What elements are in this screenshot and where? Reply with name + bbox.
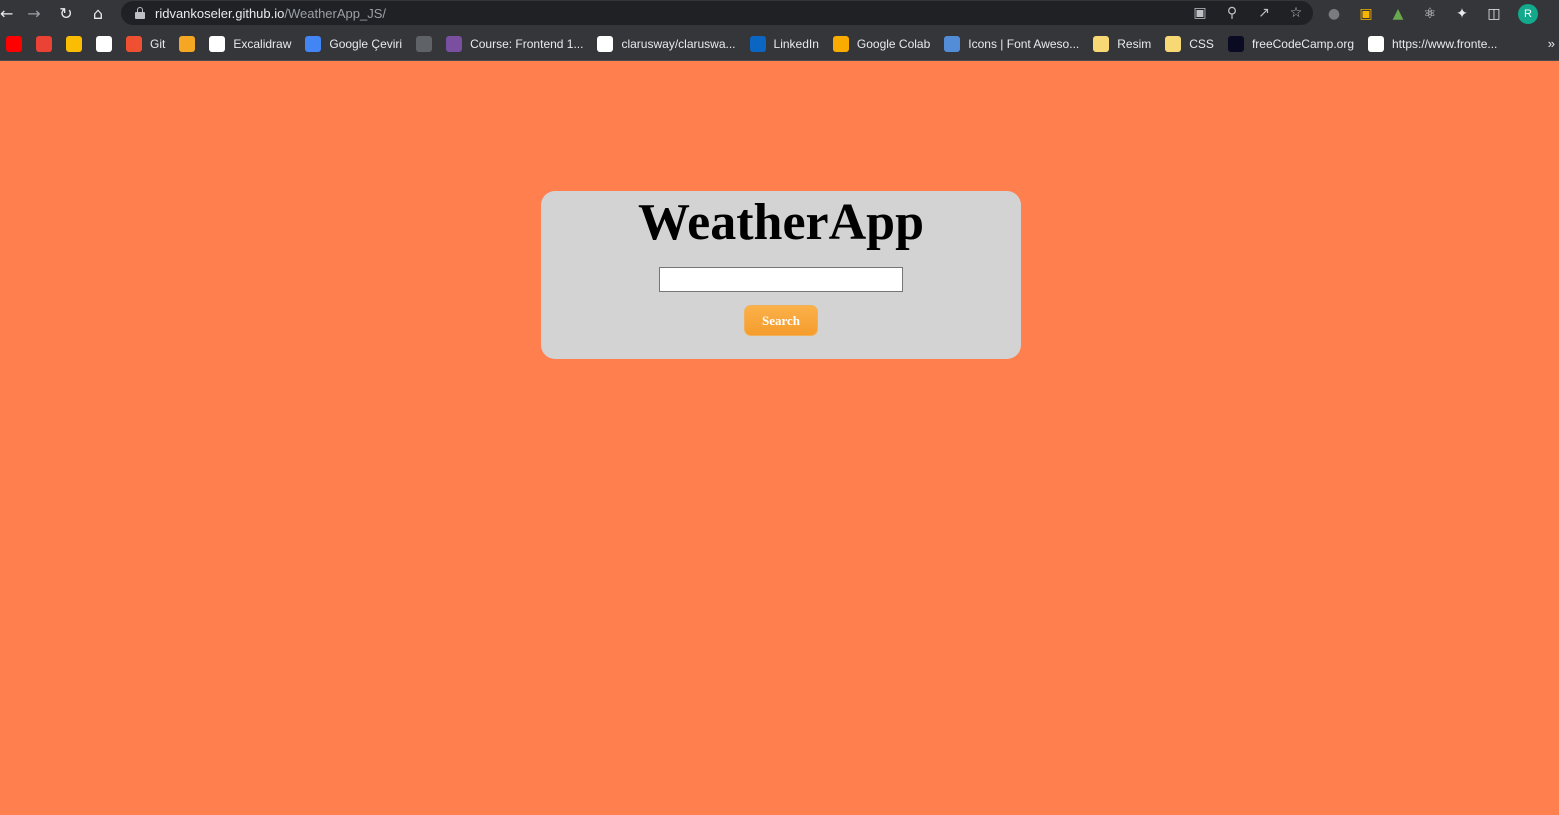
linkedin-icon: [749, 35, 766, 52]
bookmark-label: CSS: [1189, 36, 1214, 51]
extension-dim-icon[interactable]: ●: [1322, 2, 1346, 26]
side-panel-icon[interactable]: ◫: [1482, 2, 1506, 26]
excalidraw-icon: [209, 35, 226, 52]
page-body: WeatherApp Search: [0, 62, 1559, 815]
city-search-input[interactable]: [659, 267, 903, 292]
bookmark-label: Google Colab: [856, 36, 931, 51]
bookmarks-overflow-icon[interactable]: »: [1548, 36, 1559, 51]
bookmark-label: freeCodeCamp.org: [1251, 36, 1354, 51]
bookmark-item[interactable]: [60, 30, 90, 58]
bookmark-label: Icons | Font Aweso...: [968, 36, 1080, 51]
profile-avatar[interactable]: R: [1518, 3, 1538, 24]
bookmark-label: Excalidraw: [233, 36, 292, 51]
translate-icon[interactable]: ▣: [1189, 2, 1211, 24]
google-drive-icon: [66, 35, 82, 52]
folder-icon: [1165, 35, 1182, 52]
bookmark-label: https://www.fronte...: [1392, 36, 1498, 51]
git-icon: [126, 35, 142, 52]
back-arrow-icon[interactable]: ←: [0, 0, 18, 27]
bookmark-item[interactable]: Git: [120, 30, 173, 58]
bookmarks-bar: Git Excalidraw Google Çeviri Course: Fronte…: [0, 27, 1559, 61]
gmail-icon: [36, 35, 52, 52]
zoom-icon[interactable]: ⚲: [1221, 2, 1243, 24]
bookmark-item[interactable]: Google Çeviri: [299, 30, 410, 58]
freecodecamp-icon: [1227, 35, 1244, 52]
bookmark-item[interactable]: [90, 30, 120, 58]
home-icon[interactable]: ⌂: [82, 0, 114, 27]
reload-icon[interactable]: ↻: [50, 0, 82, 27]
search-button[interactable]: Search: [744, 305, 818, 336]
bookmark-item[interactable]: [30, 30, 60, 58]
bookmark-item[interactable]: CSS: [1159, 30, 1222, 58]
youtube-icon: [6, 35, 22, 52]
extension-notes-icon[interactable]: ▣: [1354, 2, 1378, 26]
browser-toolbar: ← → ↻ ⌂ ridvankoseler.github.io/WeatherA…: [0, 0, 1559, 27]
share-icon[interactable]: ↗: [1253, 2, 1275, 24]
url-host: ridvankoseler.github.io: [155, 5, 285, 21]
bookmark-item[interactable]: Resim: [1087, 30, 1159, 58]
weather-card: WeatherApp Search: [541, 191, 1021, 359]
bookmark-label: Resim: [1117, 36, 1152, 51]
url-path: /WeatherApp_JS/: [284, 5, 387, 21]
bookmark-label: Google Çeviri: [329, 36, 403, 51]
github-icon: [96, 35, 112, 52]
course-icon: [446, 35, 463, 52]
font-awesome-flag-icon: [944, 35, 961, 52]
bookmark-item[interactable]: Icons | Font Aweso...: [938, 30, 1087, 58]
colab-icon: [832, 35, 849, 52]
bookmark-item[interactable]: clarusway/claruswa...: [591, 30, 743, 58]
google-translate-icon: [305, 35, 322, 52]
extensions-puzzle-icon[interactable]: ✦: [1450, 2, 1474, 26]
folder-icon: [1093, 35, 1110, 52]
url-text[interactable]: ridvankoseler.github.io/WeatherApp_JS/: [155, 6, 386, 21]
extension-tree-icon[interactable]: ▲: [1386, 2, 1410, 26]
bookmark-item[interactable]: Google Colab: [827, 30, 938, 58]
bookmark-item[interactable]: [0, 30, 30, 58]
address-bar[interactable]: ridvankoseler.github.io/WeatherApp_JS/ ▣…: [121, 1, 1313, 25]
bookmark-label: LinkedIn: [773, 36, 819, 51]
forward-arrow-icon[interactable]: →: [18, 0, 50, 27]
bookmark-item[interactable]: [410, 30, 440, 58]
bookmark-item[interactable]: [173, 30, 203, 58]
bookmark-label: clarusway/claruswa...: [621, 36, 736, 51]
bookmark-item[interactable]: https://www.fronte...: [1362, 30, 1505, 58]
bookmark-card-icon: [179, 35, 196, 52]
app-title: WeatherApp: [638, 194, 924, 251]
github-icon: [597, 35, 614, 52]
bookmark-item[interactable]: freeCodeCamp.org: [1222, 30, 1362, 58]
lock-icon[interactable]: [135, 7, 145, 19]
bookmark-label: Git: [150, 36, 166, 51]
react-devtools-icon[interactable]: ⚛: [1418, 2, 1442, 26]
bookmark-label: Course: Frontend 1...: [470, 36, 584, 51]
globe-icon: [416, 35, 433, 52]
star-icon[interactable]: ☆: [1285, 2, 1307, 24]
page-icon: [1368, 35, 1384, 52]
bookmark-item[interactable]: Course: Frontend 1...: [440, 30, 591, 58]
bookmark-item[interactable]: Excalidraw: [203, 30, 299, 58]
bookmark-item[interactable]: LinkedIn: [744, 30, 827, 58]
